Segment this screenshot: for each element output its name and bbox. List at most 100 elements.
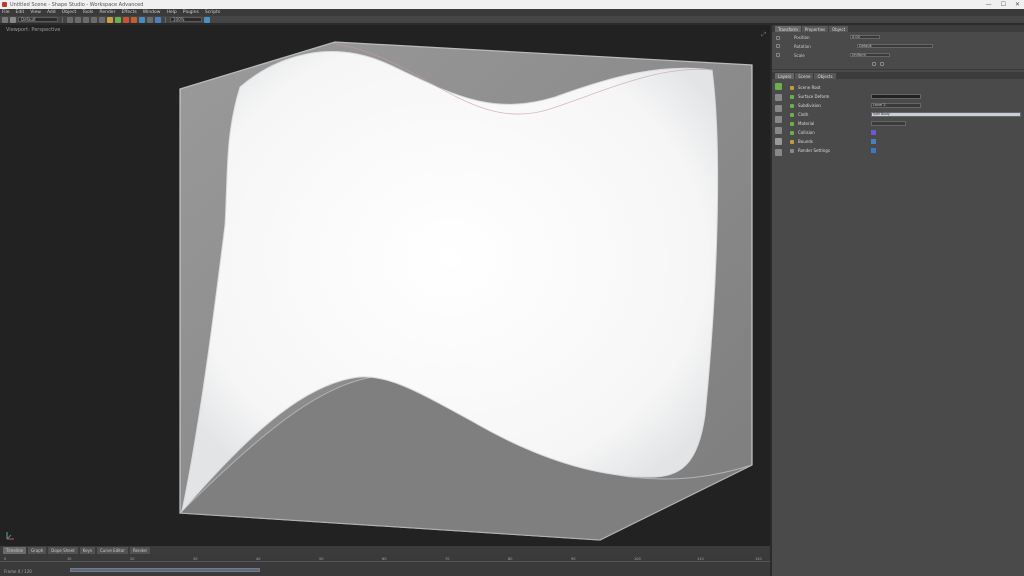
open-folder-icon[interactable] xyxy=(10,16,16,23)
tick-label: 90 xyxy=(571,557,576,561)
lock-icon[interactable] xyxy=(872,62,876,66)
layer-row[interactable]: Collision xyxy=(788,128,1023,137)
tab-curve-editor[interactable]: Curve Editor xyxy=(97,546,128,554)
tab-objects[interactable]: Objects xyxy=(814,73,836,79)
snap-icon[interactable] xyxy=(99,16,105,23)
layer-name: Scene Root xyxy=(798,85,821,90)
rotate-tool-icon[interactable] xyxy=(83,16,89,23)
layer-name: Collision xyxy=(798,130,815,135)
visibility-icon[interactable] xyxy=(790,139,794,144)
tab-render[interactable]: Render xyxy=(129,546,151,554)
maximize-button[interactable]: ☐ xyxy=(1001,1,1006,8)
menu-help[interactable]: Help xyxy=(166,10,176,15)
tab-timeline[interactable]: Timeline xyxy=(3,546,27,554)
layer-tabs: Layers Scene Objects xyxy=(772,72,1024,79)
delete-layer-icon[interactable] xyxy=(775,138,782,145)
keyframe-track[interactable] xyxy=(70,568,260,572)
menu-scripts[interactable]: Scripts xyxy=(205,10,220,15)
move-tool-icon[interactable] xyxy=(75,16,81,23)
visibility-icon[interactable] xyxy=(790,121,794,126)
tick-label: 100 xyxy=(634,557,641,561)
visibility-icon[interactable] xyxy=(790,112,794,117)
link-icon[interactable] xyxy=(880,62,884,66)
tick-label: 70 xyxy=(445,557,450,561)
filter-icon[interactable] xyxy=(775,127,782,134)
visibility-icon[interactable] xyxy=(790,148,794,153)
scale-input[interactable]: Uniform xyxy=(850,53,890,57)
settings-icon[interactable] xyxy=(204,16,210,23)
tab-graph[interactable]: Graph xyxy=(28,546,47,554)
menu-edit[interactable]: Edit xyxy=(16,10,25,15)
app-window: Untitled Scene - Shape Studio - Workspac… xyxy=(0,0,1024,576)
select-tool-icon[interactable] xyxy=(67,16,73,23)
rotate-icon xyxy=(776,44,780,48)
menu-plugins[interactable]: Plugins xyxy=(183,10,199,15)
visibility-icon[interactable] xyxy=(790,94,794,99)
layer-param[interactable]: Soft Body xyxy=(871,112,1021,117)
light-icon[interactable] xyxy=(107,16,113,23)
material-swatch[interactable] xyxy=(871,148,876,153)
menu-effects[interactable]: Effects xyxy=(121,10,136,15)
menu-file[interactable]: File xyxy=(2,10,10,15)
tick-label: 120 xyxy=(755,557,762,561)
properties-panel: Transform Properties Object Position 0.0… xyxy=(771,25,1024,576)
close-button[interactable]: ✕ xyxy=(1015,1,1020,8)
material-swatch[interactable] xyxy=(871,130,876,135)
tab-keys[interactable]: Keys xyxy=(79,546,96,554)
maximize-viewport-icon[interactable]: ⤢ xyxy=(761,31,766,39)
layer-param[interactable] xyxy=(871,121,906,126)
layer-name: Material xyxy=(798,121,815,126)
layer-param[interactable] xyxy=(871,94,921,99)
layer-row[interactable]: Material xyxy=(788,119,1023,128)
render-icon[interactable] xyxy=(131,16,137,23)
tick-label: 10 xyxy=(67,557,72,561)
tick-label: 110 xyxy=(697,557,704,561)
layer-row[interactable]: Scene Root xyxy=(788,83,1023,92)
layer-name: Render Settings xyxy=(798,148,830,153)
tab-layers[interactable]: Layers xyxy=(775,73,795,79)
layer-row[interactable]: Cloth Soft Body xyxy=(788,110,1023,119)
new-file-icon[interactable] xyxy=(2,16,8,23)
layer-row[interactable]: Render Settings xyxy=(788,146,1023,155)
minimize-button[interactable]: — xyxy=(986,1,992,8)
play-icon[interactable] xyxy=(115,16,121,23)
scale-tool-icon[interactable] xyxy=(91,16,97,23)
preset-field[interactable]: Default xyxy=(18,17,58,22)
rotation-dropdown[interactable]: Default xyxy=(857,44,933,48)
zoom-field[interactable]: 100% xyxy=(170,17,202,22)
material-swatch[interactable] xyxy=(871,139,876,144)
tab-scene[interactable]: Scene xyxy=(795,73,814,79)
menu-tools[interactable]: Tools xyxy=(82,10,93,15)
record-icon[interactable] xyxy=(123,16,129,23)
menu-render[interactable]: Render xyxy=(99,10,115,15)
visibility-icon[interactable] xyxy=(790,130,794,135)
menu-object[interactable]: Object xyxy=(62,10,77,15)
menu-add[interactable]: Add xyxy=(47,10,56,15)
tab-dope-sheet[interactable]: Dope Sheet xyxy=(48,546,78,554)
group-icon[interactable] xyxy=(775,105,782,112)
menu-view[interactable]: View xyxy=(30,10,41,15)
prop-row-position: Position xyxy=(794,35,810,40)
settings-icon[interactable] xyxy=(775,149,782,156)
layer-param[interactable]: Level 2 xyxy=(871,103,921,108)
timeline[interactable]: 0 10 20 30 40 50 60 70 80 90 100 110 120… xyxy=(0,554,770,576)
timeline-ruler[interactable]: 0 10 20 30 40 50 60 70 80 90 100 110 120 xyxy=(0,556,770,562)
mask-icon[interactable] xyxy=(775,116,782,123)
cloud-icon[interactable] xyxy=(155,16,161,23)
tick-label: 60 xyxy=(382,557,387,561)
menu-window[interactable]: Window xyxy=(143,10,161,15)
layer-row[interactable]: Subdivision Level 2 xyxy=(788,101,1023,110)
window-title: Untitled Scene - Shape Studio - Workspac… xyxy=(10,1,144,8)
visibility-icon[interactable] xyxy=(790,85,794,90)
prop-label: Scale xyxy=(794,53,805,58)
visibility-icon[interactable] xyxy=(790,103,794,108)
camera-icon[interactable] xyxy=(139,16,145,23)
layer-row[interactable]: Bounds xyxy=(788,137,1023,146)
3d-viewport[interactable]: Viewport: Perspective ⤢ xyxy=(0,25,770,546)
add-layer-icon[interactable] xyxy=(775,83,782,90)
grid-icon[interactable] xyxy=(147,16,153,23)
duplicate-layer-icon[interactable] xyxy=(775,94,782,101)
scene-render[interactable] xyxy=(0,25,770,546)
position-input[interactable]: 0.00 xyxy=(850,35,880,39)
layer-row[interactable]: Surface Deform xyxy=(788,92,1023,101)
